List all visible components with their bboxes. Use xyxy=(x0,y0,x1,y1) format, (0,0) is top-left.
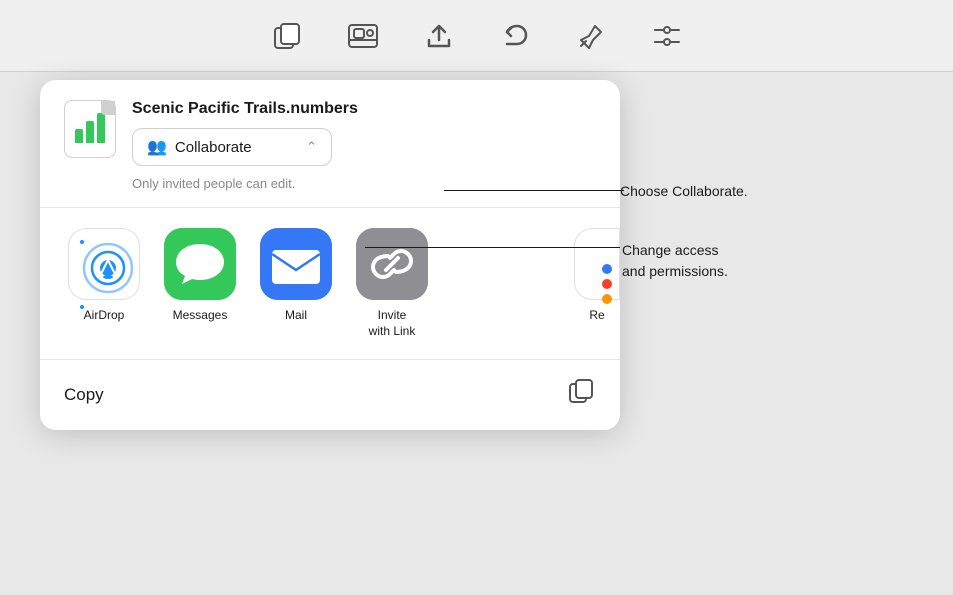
people-icon: 👥 xyxy=(147,137,167,157)
partial-item[interactable]: Re xyxy=(574,228,620,322)
media-toolbar-icon[interactable] xyxy=(345,18,381,54)
share-section: AirDrop Messages xyxy=(40,208,620,360)
bar-3 xyxy=(97,113,105,143)
partial-label: Re xyxy=(589,308,604,322)
share-item-mail[interactable]: Mail xyxy=(256,228,336,324)
airdrop-icon xyxy=(68,228,140,300)
copy-button-icon xyxy=(568,378,596,412)
file-name: Scenic Pacific Trails.numbers xyxy=(132,100,596,118)
share-item-invite[interactable]: Invitewith Link xyxy=(352,228,432,339)
file-icon-bars xyxy=(75,115,105,143)
annotation-line-access xyxy=(365,247,620,248)
copy-label: Copy xyxy=(64,385,104,405)
mail-label: Mail xyxy=(285,308,307,324)
permission-text[interactable]: Only invited people can edit. xyxy=(132,176,596,191)
filter-toolbar-icon[interactable] xyxy=(649,18,685,54)
toolbar xyxy=(0,0,953,72)
bar-2 xyxy=(86,121,94,143)
file-section: Scenic Pacific Trails.numbers 👥 Collabor… xyxy=(40,80,620,208)
bar-1 xyxy=(75,129,83,143)
file-info: Scenic Pacific Trails.numbers 👥 Collabor… xyxy=(132,100,596,191)
share-toolbar-icon[interactable] xyxy=(421,18,457,54)
airdrop-circles xyxy=(80,240,128,288)
copy-toolbar-icon[interactable] xyxy=(269,18,305,54)
messages-icon xyxy=(164,228,236,300)
dot-orange xyxy=(602,294,612,304)
share-item-messages[interactable]: Messages xyxy=(160,228,240,324)
undo-toolbar-icon[interactable] xyxy=(497,18,533,54)
partial-icon xyxy=(574,228,620,300)
invite-link-label: Invitewith Link xyxy=(369,308,416,339)
share-item-airdrop[interactable]: AirDrop xyxy=(64,228,144,324)
invite-link-icon xyxy=(356,228,428,300)
share-panel: Scenic Pacific Trails.numbers 👥 Collabor… xyxy=(40,80,620,430)
dot-blue xyxy=(602,264,612,274)
share-items: AirDrop Messages xyxy=(64,228,596,339)
chevron-icon: ⌃ xyxy=(306,139,317,155)
collaborate-label: Collaborate xyxy=(175,139,252,156)
messages-label: Messages xyxy=(173,308,228,324)
collaborate-dropdown[interactable]: 👥 Collaborate ⌃ xyxy=(132,128,332,166)
annotation-text-access: Change accessand permissions. xyxy=(622,240,728,282)
scroll-dots xyxy=(602,264,612,304)
annotation-line-collaborate xyxy=(444,190,624,191)
copy-section[interactable]: Copy xyxy=(40,360,620,430)
airdrop-label: AirDrop xyxy=(84,308,125,324)
dot-red xyxy=(602,279,612,289)
mail-icon xyxy=(260,228,332,300)
pin-toolbar-icon[interactable] xyxy=(573,18,609,54)
file-icon xyxy=(64,100,116,158)
annotation-text-collaborate: Choose Collaborate. xyxy=(620,183,748,199)
